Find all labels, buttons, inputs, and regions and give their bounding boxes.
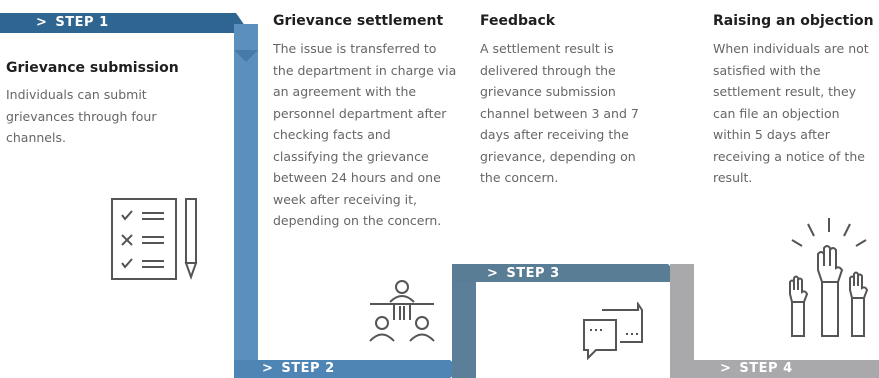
step1-vertical <box>234 24 258 362</box>
step2-label: > STEP 2 <box>262 361 335 376</box>
step3-description: A settlement result is delivered through… <box>480 41 639 185</box>
meeting-icon <box>369 280 435 342</box>
step2-description: The issue is transferred to the departme… <box>273 41 457 228</box>
step3-label: > STEP 3 <box>487 266 560 281</box>
step2-vertical <box>452 272 476 378</box>
raised-hands-icon <box>789 218 869 337</box>
chevron-right-icon: > <box>487 266 499 281</box>
step4-label: > STEP 4 <box>720 361 793 376</box>
step1-description: Individuals can submit grievances throug… <box>6 87 157 145</box>
step1-label: > STEP 1 <box>36 15 109 30</box>
step3-title: Feedback <box>480 13 556 29</box>
chevron-right-icon: > <box>36 15 48 30</box>
chevron-right-icon: > <box>262 361 274 376</box>
step1-title: Grievance submission <box>6 60 179 76</box>
step2-title: Grievance settlement <box>273 13 444 29</box>
chevron-right-icon: > <box>720 361 732 376</box>
step4-description: When individuals are not satisfied with … <box>713 41 869 185</box>
checklist-pencil-icon <box>111 198 198 280</box>
step4-title: Raising an objection <box>713 13 874 29</box>
chat-bubbles-icon <box>583 302 643 361</box>
